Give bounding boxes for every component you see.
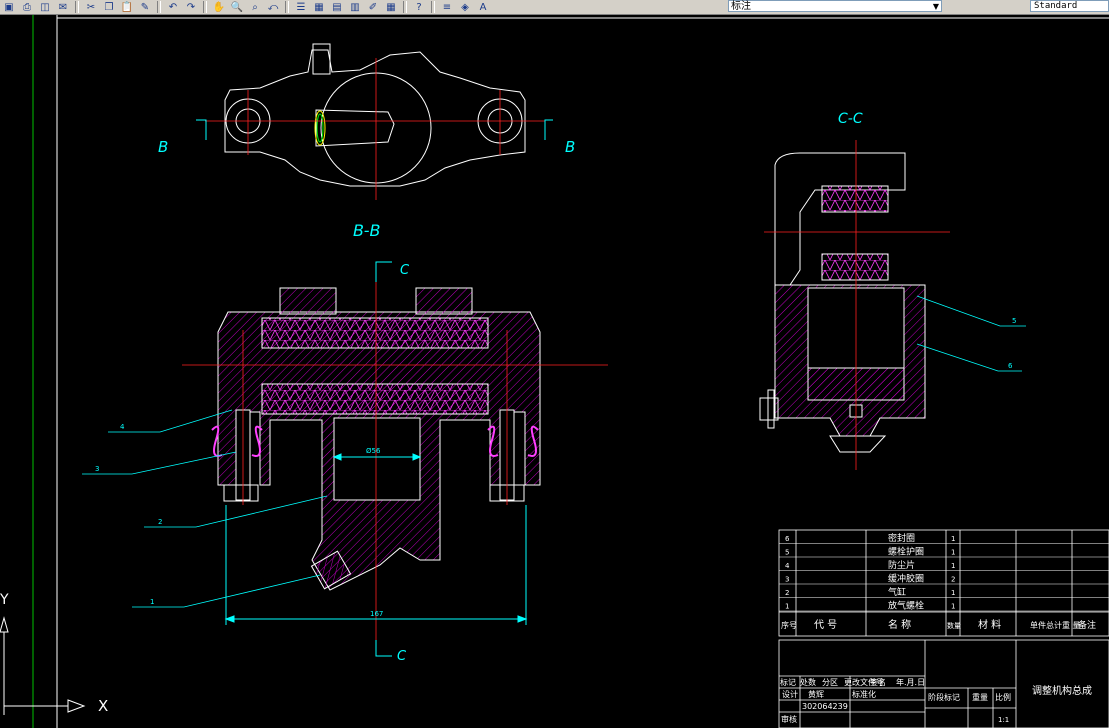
student-id: 302064239 — [802, 702, 848, 711]
section-cc-view — [759, 152, 926, 453]
layer-state-icon[interactable]: ◈ — [456, 1, 474, 14]
parts-row-number: 2 — [785, 589, 789, 597]
header-weight: 单件总计重 量 — [1030, 620, 1081, 630]
header-remark: 备注 — [1078, 619, 1096, 631]
title-block-label: 阶段标记 — [928, 692, 960, 702]
parts-row-name: 气缸 — [888, 586, 906, 598]
paste-icon[interactable]: 📋 — [118, 1, 136, 14]
title-block-label: 审核 — [781, 714, 797, 724]
header-qty: 数量 — [947, 621, 961, 630]
label-c-top: C — [400, 263, 410, 278]
ucs-icon — [0, 616, 86, 715]
callout-6: 6 — [1008, 362, 1013, 370]
layer-dropdown[interactable]: 标注 ▼ — [728, 0, 942, 12]
header-code: 代 号 — [814, 619, 837, 631]
label-b-right: B — [565, 138, 575, 156]
title-block-label: 标记 — [780, 677, 796, 687]
callout-3: 3 — [95, 465, 99, 473]
header-material: 材 料 — [978, 618, 1001, 631]
callout-5: 5 — [1012, 317, 1016, 325]
section-label-cc: C-C — [838, 111, 863, 127]
header-no: 序号 — [781, 620, 797, 630]
title-block-label: 比例 — [995, 692, 1011, 702]
toolbar-separator — [157, 1, 161, 13]
drawing-canvas[interactable]: X Y B B B-B C C Ø56 167 4 3 2 1 C-C 5 6 … — [0, 15, 1109, 728]
toolbar-separator — [403, 1, 407, 13]
top-view — [224, 43, 526, 187]
drawing-title: 调整机构总成 — [1032, 684, 1092, 697]
parts-row-name: 缓冲胶圈 — [888, 573, 924, 585]
ucs-y-label: Y — [0, 592, 9, 608]
callout-1: 1 — [150, 598, 154, 606]
cut-icon[interactable]: ✂ — [82, 1, 100, 14]
title-block-label: 年.月.日 — [896, 677, 925, 687]
title-block-label: 设计 — [782, 689, 798, 699]
title-block-label: 签名 — [870, 677, 886, 687]
layer-name: 标注 — [731, 1, 751, 12]
dimstyle-name: Standard — [1034, 1, 1078, 11]
zoom-previous-icon[interactable]: ⤺ — [264, 1, 282, 14]
title-block-label: 重量 — [972, 692, 988, 702]
title-block-label: 分区 — [822, 678, 838, 687]
parts-row-number: 6 — [785, 535, 790, 543]
ucs-x-label: X — [98, 697, 108, 715]
section-label-bb: B-B — [353, 221, 380, 240]
header-name: 名 称 — [888, 618, 911, 631]
toolbar-separator — [75, 1, 79, 13]
parts-row-qty: 1 — [951, 535, 955, 543]
label-c-bottom: C — [397, 649, 407, 664]
design-center-icon[interactable]: ▦ — [310, 1, 328, 14]
dim-bore: Ø56 — [366, 447, 381, 455]
dimstyle-dropdown[interactable]: Standard — [1030, 0, 1109, 12]
tool-palette-icon[interactable]: ▤ — [328, 1, 346, 14]
parts-row-qty: 1 — [951, 562, 955, 570]
parts-row-number: 1 — [785, 603, 789, 611]
chevron-down-icon[interactable]: ▼ — [933, 1, 939, 13]
parts-row-qty: 1 — [951, 549, 955, 557]
parts-row-name: 放气螺栓 — [888, 600, 924, 612]
pan-icon[interactable]: ✋ — [210, 1, 228, 14]
publish-icon[interactable]: ✉ — [54, 1, 72, 14]
preview-icon[interactable]: ◫ — [36, 1, 54, 14]
parts-row-number: 4 — [785, 562, 790, 570]
parts-row-qty: 1 — [951, 589, 955, 597]
title-block-label: 标准化 — [852, 689, 876, 699]
match-prop-icon[interactable]: ✎ — [136, 1, 154, 14]
parts-row-name: 螺栓护圈 — [888, 546, 924, 558]
toolbar-separator — [285, 1, 289, 13]
designer-name: 黄辉 — [808, 689, 824, 699]
toolbar-separator — [203, 1, 207, 13]
zoom-realtime-icon[interactable]: 🔍 — [228, 1, 246, 14]
title-block-label: 处数 — [800, 677, 816, 687]
copy-icon[interactable]: ❐ — [100, 1, 118, 14]
print-icon[interactable]: ⎙ — [18, 1, 36, 14]
callout-4: 4 — [120, 423, 125, 431]
dimstyle-icon[interactable]: A — [474, 1, 492, 14]
zoom-window-icon[interactable]: ⌕ — [246, 1, 264, 14]
toolbar-separator — [431, 1, 435, 13]
markup-icon[interactable]: ✐ — [364, 1, 382, 14]
parts-row-number: 3 — [785, 576, 789, 584]
standard-toolbar: ▣ ⎙ ◫ ✉ ✂ ❐ 📋 ✎ ↶ ↷ ✋ 🔍 ⌕ ⤺ ☰ ▦ ▤ ▥ ✐ ▦? ≡ ◈ A — [0, 0, 1109, 15]
parts-row-qty: 2 — [951, 576, 955, 584]
parts-row-name: 防尘片 — [888, 559, 915, 571]
parts-row-qty: 1 — [951, 603, 955, 611]
redo-icon[interactable]: ↷ — [182, 1, 200, 14]
properties-icon[interactable]: ☰ — [292, 1, 310, 14]
parts-row-number: 5 — [785, 549, 789, 557]
undo-icon[interactable]: ↶ — [164, 1, 182, 14]
label-b-left: B — [158, 138, 168, 156]
calc-icon[interactable]: ▦ — [382, 1, 400, 14]
save-icon[interactable]: ▣ — [0, 1, 18, 14]
scale-value: 1:1 — [998, 716, 1009, 724]
help-icon[interactable]: ? — [410, 1, 428, 14]
sheet-set-icon[interactable]: ▥ — [346, 1, 364, 14]
callout-2: 2 — [158, 518, 162, 526]
parts-row-name: 密封圈 — [888, 532, 915, 544]
layer-manager-icon[interactable]: ≡ — [438, 1, 456, 14]
dim-width: 167 — [370, 610, 383, 618]
